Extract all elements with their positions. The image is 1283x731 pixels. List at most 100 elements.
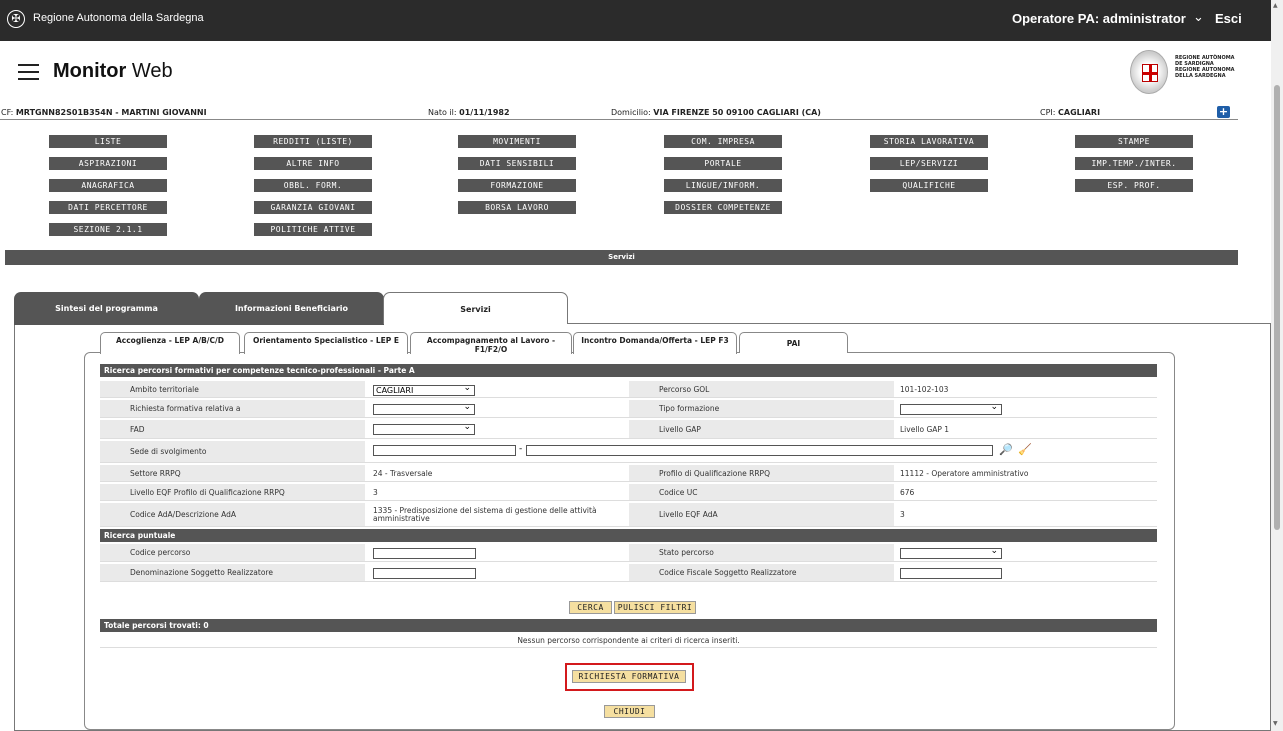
scroll-down-icon[interactable]: ▼: [1273, 720, 1278, 727]
chevron-down-icon: ⌄: [463, 383, 471, 393]
tipo-formazione-select[interactable]: ⌄: [900, 402, 1002, 415]
field-label: Livello EQF AdA: [629, 503, 894, 526]
nav-button[interactable]: DATI SENSIBILI: [458, 157, 576, 170]
field-label: Stato percorso: [629, 544, 894, 561]
nav-button[interactable]: QUALIFICHE: [870, 179, 988, 192]
richiesta-select[interactable]: ⌄: [373, 402, 475, 415]
nav-button[interactable]: ALTRE INFO: [254, 157, 372, 170]
field-label: Livello GAP: [629, 420, 894, 438]
nav-button[interactable]: IMP.TEMP./INTER.: [1075, 157, 1193, 170]
nav-button[interactable]: STORIA LAVORATIVA: [870, 135, 988, 148]
pulisci-filtri-button[interactable]: PULISCI FILTRI: [614, 601, 696, 614]
crest-text: REGIONE AUTÒNOMA DE SARDIGNA REGIONE AUT…: [1175, 55, 1235, 79]
operator-menu[interactable]: Operatore PA: administrator: [1012, 11, 1186, 26]
sede-desc-input[interactable]: [526, 445, 993, 456]
fad-select[interactable]: ⌄: [373, 422, 475, 435]
nav-button[interactable]: LEP/SERVIZI: [870, 157, 988, 170]
top-bar: ✠ Regione Autonoma della Sardegna Operat…: [0, 0, 1271, 41]
logout-link[interactable]: Esci: [1215, 11, 1242, 26]
sardinia-logo-icon: ✠: [7, 10, 25, 28]
form-row: Ambito territoriale Percorso GOL 101-102…: [100, 381, 1157, 398]
subtab-accoglienza[interactable]: Accoglienza - LEP A/B/C/D: [100, 332, 240, 354]
field-label: Profilo di Qualificazione RRPQ: [629, 465, 894, 481]
nav-button[interactable]: LINGUE/INFORM.: [664, 179, 782, 192]
form-row: Livello EQF Profilo di Qualificazione RR…: [100, 484, 1157, 501]
field-label: Codice percorso: [100, 544, 365, 561]
nav-button[interactable]: ESP. PROF.: [1075, 179, 1193, 192]
cpi-info: CPI: CAGLIARI: [1040, 108, 1101, 117]
tab-informazioni[interactable]: Informazioni Beneficiario: [199, 292, 384, 325]
chevron-down-icon: ⌄: [990, 546, 998, 556]
chevron-down-icon: ⌄: [463, 402, 471, 412]
field-label: Sede di svolgimento: [100, 441, 365, 462]
stato-percorso-select[interactable]: ⌄: [900, 546, 1002, 559]
field-label: Ambito territoriale: [100, 381, 365, 397]
address-info: Domicilio: VIA FIRENZE 50 09100 CAGLIARI…: [611, 108, 821, 117]
nav-button[interactable]: ANAGRAFICA: [49, 179, 167, 192]
field-value: 3: [900, 510, 905, 519]
chiudi-button[interactable]: CHIUDI: [604, 705, 655, 718]
org-name: Regione Autonoma della Sardegna: [33, 12, 204, 24]
codice-percorso-input[interactable]: [373, 548, 476, 559]
nav-button[interactable]: DOSSIER COMPETENZE: [664, 201, 782, 214]
chevron-down-icon: ⌄: [990, 402, 998, 412]
scroll-up-icon[interactable]: ▲: [1273, 2, 1278, 9]
crest-icon: [1130, 50, 1168, 94]
servizi-bar: Servizi: [5, 250, 1238, 265]
form-row: Codice AdA/Descrizione AdA 1335 - Predis…: [100, 503, 1157, 527]
denominazione-input[interactable]: [373, 568, 476, 579]
nav-button[interactable]: ASPIRAZIONI: [49, 157, 167, 170]
sede-separator: -: [519, 444, 523, 454]
subtab-pai[interactable]: PAI: [739, 332, 848, 353]
section-header-b: Ricerca puntuale: [100, 529, 1157, 542]
person-info-bar: CF: MRTGNN82S01B354N - MARTINI GIOVANNI …: [0, 106, 1238, 120]
nav-button[interactable]: OBBL. FORM.: [254, 179, 372, 192]
subtab-accompagnamento[interactable]: Accompagnamento al Lavoro - F1/F2/O: [410, 332, 572, 354]
nav-button[interactable]: MOVIMENTI: [458, 135, 576, 148]
nav-button[interactable]: FORMAZIONE: [458, 179, 576, 192]
nav-button[interactable]: LISTE: [49, 135, 167, 148]
nav-button[interactable]: POLITICHE ATTIVE: [254, 223, 372, 236]
subtab-orientamento[interactable]: Orientamento Specialistico - LEP E: [244, 332, 408, 354]
field-value: 1335 - Predisposizione del sistema di ge…: [373, 505, 597, 523]
field-value: 676: [900, 487, 915, 497]
search-binoculars-icon[interactable]: 🔎: [999, 443, 1013, 456]
field-label: Settore RRPQ: [100, 465, 365, 481]
field-label: FAD: [100, 420, 365, 438]
nav-button[interactable]: PORTALE: [664, 157, 782, 170]
nav-button[interactable]: STAMPE: [1075, 135, 1193, 148]
field-label: Codice Fiscale Soggetto Realizzatore: [629, 564, 894, 581]
nav-button[interactable]: REDDITI (LISTE): [254, 135, 372, 148]
field-label: Tipo formazione: [629, 400, 894, 417]
cf-info: CF: MRTGNN82S01B354N - MARTINI GIOVANNI: [1, 108, 207, 117]
plus-icon[interactable]: +: [1217, 106, 1230, 118]
field-value: Livello GAP 1: [900, 424, 950, 434]
ambito-select[interactable]: CAGLIARI ⌄: [373, 383, 475, 396]
field-value: 3: [373, 487, 378, 497]
nav-button[interactable]: COM. IMPRESA: [664, 135, 782, 148]
page: ✠ Regione Autonoma della Sardegna Operat…: [0, 0, 1271, 731]
chevron-down-icon[interactable]: ⌄: [1193, 10, 1204, 25]
tab-servizi[interactable]: Servizi: [383, 292, 568, 324]
app-title: Monitor Web: [53, 60, 173, 82]
section-header-a: Ricerca percorsi formativi per competenz…: [100, 364, 1157, 377]
tab-sintesi[interactable]: Sintesi del programma: [14, 292, 199, 325]
richiesta-formativa-button[interactable]: RICHIESTA FORMATIVA: [572, 670, 686, 683]
app-header: Monitor Web REGIONE AUTÒNOMA DE SARDIGNA…: [0, 41, 1271, 104]
subtab-incontro[interactable]: Incontro Domanda/Offerta - LEP F3: [573, 332, 737, 354]
nav-button[interactable]: SEZIONE 2.1.1: [49, 223, 167, 236]
field-label: Codice AdA/Descrizione AdA: [100, 503, 365, 526]
scrollbar-thumb[interactable]: [1274, 85, 1280, 530]
chevron-down-icon: ⌄: [463, 422, 471, 432]
hamburger-icon[interactable]: [18, 64, 39, 80]
nav-button[interactable]: BORSA LAVORO: [458, 201, 576, 214]
field-label: Percorso GOL: [629, 381, 894, 397]
results-header: Totale percorsi trovati: 0: [100, 619, 1157, 632]
cf-soggetto-input[interactable]: [900, 568, 1002, 579]
vertical-scrollbar[interactable]: ▲ ▼: [1271, 0, 1283, 731]
nav-button[interactable]: DATI PERCETTORE: [49, 201, 167, 214]
nav-button[interactable]: GARANZIA GIOVANI: [254, 201, 372, 214]
cerca-button[interactable]: CERCA: [569, 601, 612, 614]
broom-clear-icon[interactable]: 🧹: [1018, 443, 1032, 456]
sede-code-input[interactable]: [373, 445, 516, 456]
